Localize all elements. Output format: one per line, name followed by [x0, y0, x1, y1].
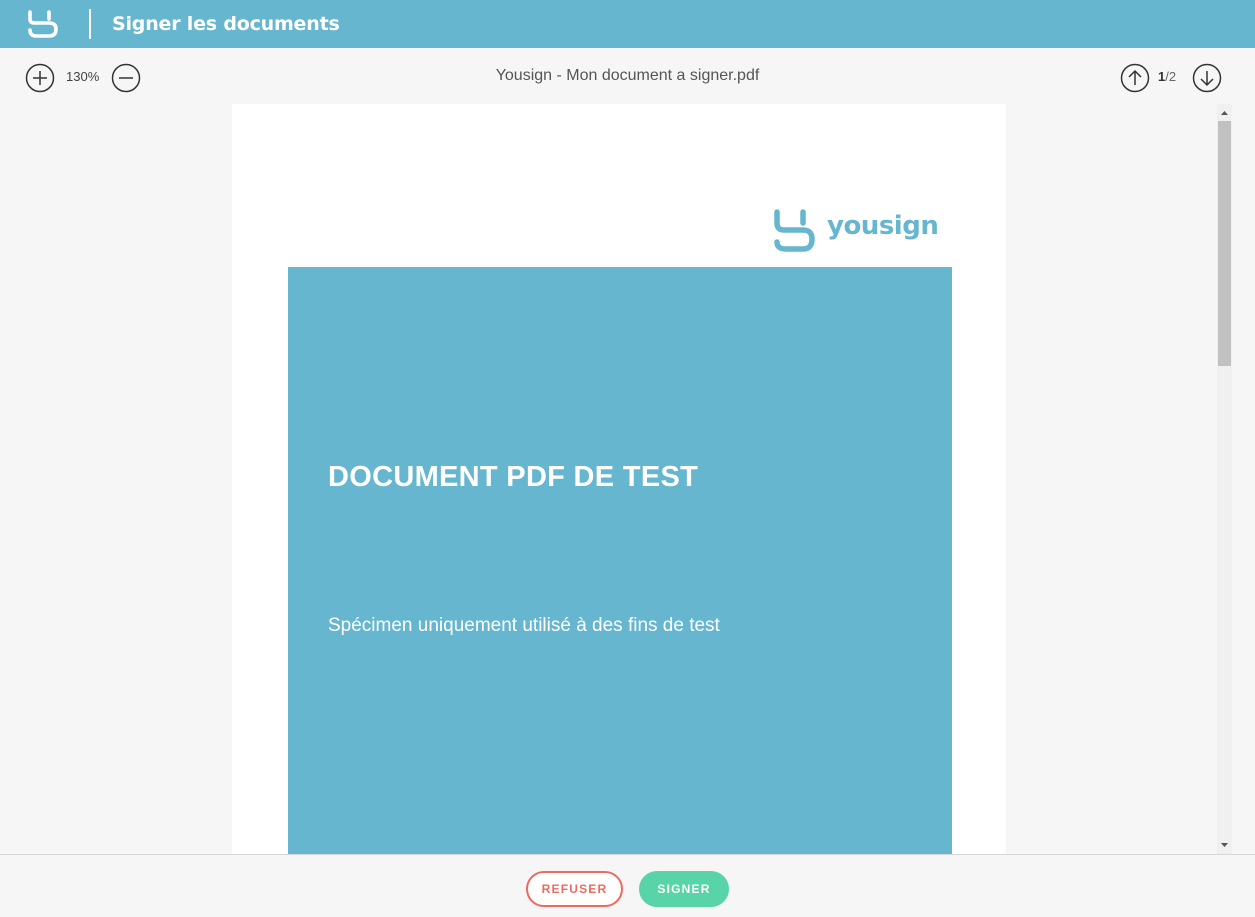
document-name: Yousign - Mon document a signer.pdf [495, 67, 760, 84]
action-bar: REFUSER SIGNER [0, 854, 1255, 917]
viewer-toolbar: 130% Yousign - Mon document a signer.pdf… [0, 48, 1255, 104]
document-subtitle: Spécimen uniquement utilisé à des fins d… [328, 615, 720, 636]
page-title: Signer les documents [112, 13, 340, 35]
sign-button[interactable]: SIGNER [639, 871, 729, 907]
scroll-thumb[interactable] [1218, 121, 1231, 366]
previous-page-icon[interactable] [1120, 63, 1150, 93]
page-indicator: 1/2 [1158, 69, 1176, 84]
document-cover: DOCUMENT PDF DE TEST Spécimen uniquement… [288, 267, 952, 854]
scroll-down-arrow-icon[interactable] [1217, 840, 1232, 850]
vertical-scrollbar[interactable] [1217, 104, 1232, 854]
document-logo-text: yousign [827, 211, 939, 241]
next-page-icon[interactable] [1192, 63, 1222, 93]
scroll-up-arrow-icon[interactable] [1217, 108, 1232, 118]
header-divider [89, 9, 91, 39]
yousign-logo-icon [28, 10, 58, 38]
pdf-page: yousign DOCUMENT PDF DE TEST Spécimen un… [232, 104, 1006, 854]
total-pages: 2 [1168, 69, 1177, 84]
top-bar: Signer les documents [0, 0, 1255, 48]
refuse-button[interactable]: REFUSER [526, 871, 623, 907]
document-title: DOCUMENT PDF DE TEST [328, 461, 699, 493]
document-viewer[interactable]: yousign DOCUMENT PDF DE TEST Spécimen un… [0, 104, 1255, 854]
